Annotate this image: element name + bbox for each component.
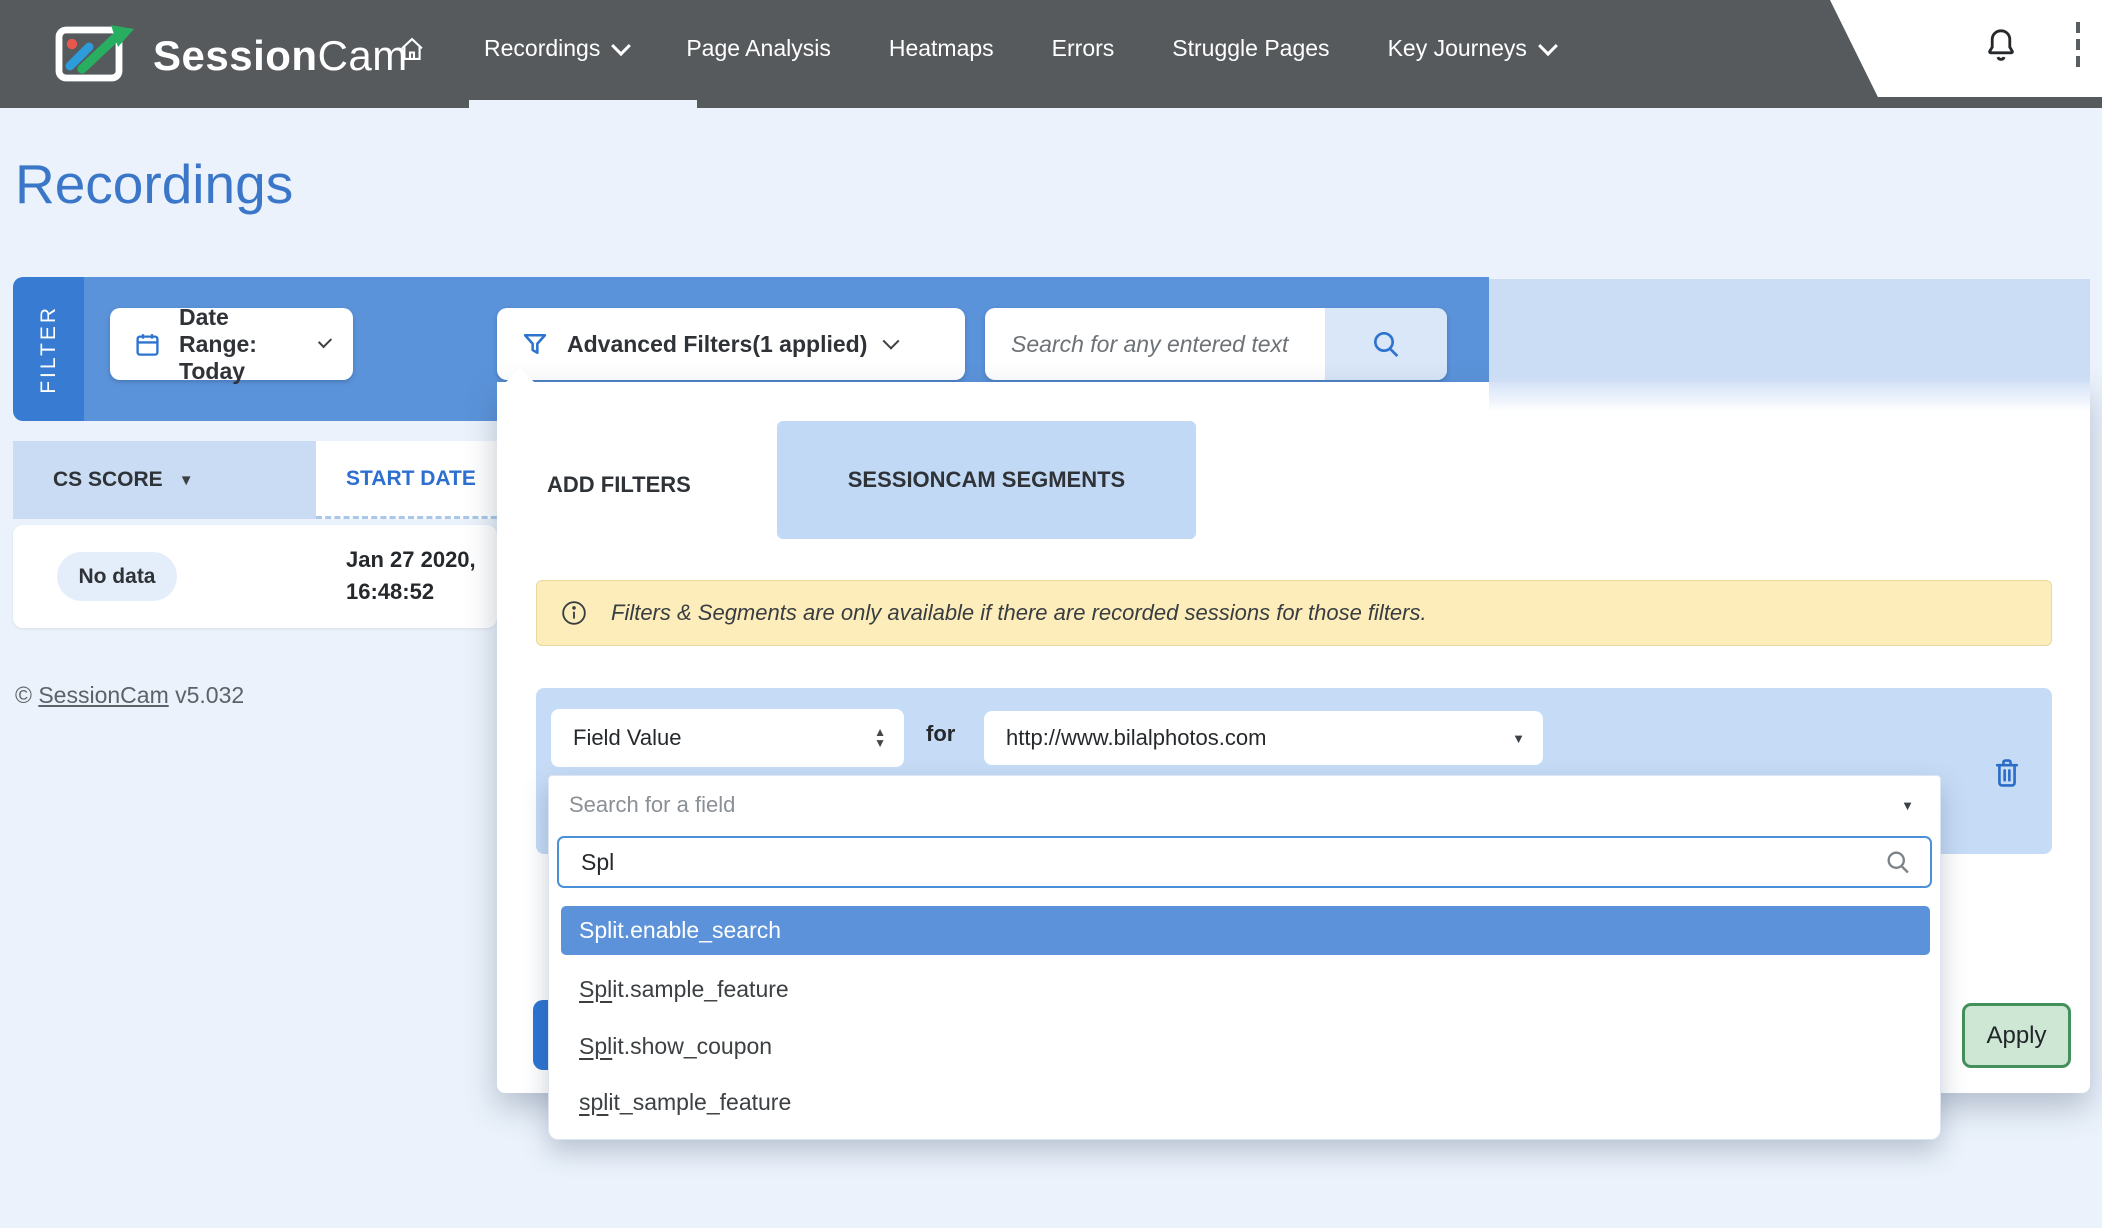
delete-filter-button[interactable] bbox=[1991, 756, 2023, 795]
nav-item-struggle-pages[interactable]: Struggle Pages bbox=[1172, 35, 1329, 62]
nav-item-recordings[interactable]: Recordings bbox=[484, 35, 628, 62]
spinner-arrows-icon: ▲ ▼ bbox=[874, 727, 886, 749]
sessioncam-logo-icon bbox=[55, 20, 137, 91]
nav-item-label: Recordings bbox=[484, 35, 600, 62]
match-text: Spl bbox=[579, 976, 612, 1002]
info-icon bbox=[561, 600, 587, 626]
info-banner-message: Filters & Segments are only available if… bbox=[611, 600, 1427, 626]
site-value: http://www.bilalphotos.com bbox=[1006, 725, 1266, 751]
match-text: Spl bbox=[579, 917, 612, 943]
info-banner: Filters & Segments are only available if… bbox=[536, 580, 2052, 646]
column-header-cs-score[interactable]: CS SCORE ▼ bbox=[13, 441, 316, 519]
search-icon bbox=[1884, 848, 1912, 876]
chevron-down-icon bbox=[883, 333, 900, 350]
table-row[interactable]: No data Jan 27 2020, 16:48:52 bbox=[13, 525, 497, 628]
page-title: Recordings bbox=[15, 152, 293, 216]
caret-down-icon: ▼ bbox=[1512, 731, 1525, 746]
brand-session: Session bbox=[153, 32, 318, 79]
connector-label: for bbox=[926, 721, 955, 747]
field-type-select[interactable]: Field Value ▲ ▼ bbox=[551, 709, 904, 767]
notifications-bell-icon[interactable] bbox=[1984, 26, 2018, 69]
field-select-collapsed[interactable]: Search for a field ▼ bbox=[549, 776, 1940, 834]
recordings-page: SessionCam Recordings Page Analysis Heat… bbox=[0, 0, 2102, 1228]
nav-item-page-analysis[interactable]: Page Analysis bbox=[686, 35, 830, 62]
chevron-down-icon bbox=[1538, 36, 1558, 56]
nav-item-label: Page Analysis bbox=[686, 35, 830, 62]
field-result-selected[interactable]: Split.enable_search bbox=[561, 906, 1930, 955]
cs-score-badge: No data bbox=[57, 552, 177, 601]
field-result-option[interactable]: Split.sample_feature bbox=[579, 976, 789, 1003]
top-nav: SessionCam Recordings Page Analysis Heat… bbox=[0, 0, 2102, 108]
field-search-dropdown: Search for a field ▼ Split.enable_search… bbox=[548, 775, 1941, 1140]
nav-item-label: Struggle Pages bbox=[1172, 35, 1329, 62]
field-result-option[interactable]: split_sample_feature bbox=[579, 1089, 791, 1116]
rest-text: it.show_coupon bbox=[612, 1033, 772, 1059]
tab-add-filters[interactable]: ADD FILTERS bbox=[547, 457, 737, 512]
chevron-down-icon bbox=[611, 36, 631, 56]
text-search-box bbox=[985, 308, 1447, 380]
sessioncam-link[interactable]: SessionCam bbox=[38, 682, 168, 708]
brand-cam: Cam bbox=[318, 32, 408, 79]
rest-text: it_sample_feature bbox=[608, 1089, 791, 1115]
start-date-line1: Jan 27 2020, bbox=[346, 547, 476, 572]
text-search-input[interactable] bbox=[985, 308, 1325, 380]
tab-sessioncam-segments[interactable]: SESSIONCAM SEGMENTS bbox=[777, 421, 1196, 539]
apply-button[interactable]: Apply bbox=[1962, 1003, 2071, 1068]
filter-side-tab-label: FILTER bbox=[37, 305, 61, 394]
field-search-input[interactable] bbox=[559, 849, 1884, 876]
advanced-filters-button[interactable]: Advanced Filters(1 applied) bbox=[497, 308, 965, 380]
spin-down-icon: ▼ bbox=[874, 738, 886, 749]
match-text: Spl bbox=[579, 1033, 612, 1059]
date-range-button[interactable]: Date Range: Today bbox=[110, 308, 353, 380]
search-submit-button[interactable] bbox=[1325, 308, 1447, 380]
tab-add-filters-label: ADD FILTERS bbox=[547, 472, 691, 498]
nav-corner-notch bbox=[1830, 0, 2102, 97]
column-header-start-date[interactable]: START DATE bbox=[316, 441, 506, 519]
nav-menu: Recordings Page Analysis Heatmaps Errors… bbox=[398, 0, 1555, 97]
kebab-dash bbox=[2076, 56, 2080, 67]
nav-item-heatmaps[interactable]: Heatmaps bbox=[889, 35, 994, 62]
calendar-icon bbox=[134, 331, 161, 358]
home-icon[interactable] bbox=[398, 35, 426, 63]
start-date-line2: 16:48:52 bbox=[346, 579, 434, 604]
apply-button-label: Apply bbox=[1986, 1022, 2046, 1050]
sessioncam-logo[interactable]: SessionCam bbox=[55, 20, 408, 91]
copyright-footer: © SessionCam v5.032 bbox=[15, 682, 244, 709]
field-select-placeholder: Search for a field bbox=[569, 792, 735, 818]
filter-bar-extension bbox=[1489, 279, 2090, 412]
field-type-value: Field Value bbox=[573, 725, 681, 751]
active-tab-indicator bbox=[469, 100, 697, 108]
copyright-symbol: © bbox=[15, 682, 32, 708]
kebab-dash bbox=[2076, 39, 2080, 50]
search-icon bbox=[1370, 328, 1402, 360]
cs-score-label: CS SCORE bbox=[53, 468, 163, 492]
chevron-down-icon bbox=[318, 334, 332, 348]
tab-segments-label: SESSIONCAM SEGMENTS bbox=[848, 467, 1125, 493]
kebab-dash bbox=[2076, 22, 2080, 33]
hidden-blue-button-edge bbox=[533, 1000, 548, 1070]
nav-item-label: Heatmaps bbox=[889, 35, 994, 62]
funnel-filter-icon bbox=[521, 330, 549, 358]
field-result-option[interactable]: Split.show_coupon bbox=[579, 1033, 772, 1060]
brand-text: SessionCam bbox=[153, 32, 408, 80]
nav-item-errors[interactable]: Errors bbox=[1052, 35, 1115, 62]
nav-item-label: Errors bbox=[1052, 35, 1115, 62]
sort-desc-icon: ▼ bbox=[179, 472, 194, 489]
advanced-filters-label: Advanced Filters(1 applied) bbox=[567, 331, 867, 358]
filter-side-tab[interactable]: FILTER bbox=[13, 277, 84, 421]
more-options-icon[interactable] bbox=[2076, 22, 2080, 67]
rest-text: it.enable_search bbox=[612, 917, 781, 943]
start-date-label: START DATE bbox=[346, 467, 476, 491]
date-range-label: Date Range: Today bbox=[179, 304, 303, 385]
start-date-value: Jan 27 2020, 16:48:52 bbox=[346, 544, 476, 608]
nav-item-label: Key Journeys bbox=[1388, 35, 1527, 62]
version-label: v5.032 bbox=[175, 682, 244, 708]
panel-arrow-notch bbox=[505, 368, 535, 383]
site-select[interactable]: http://www.bilalphotos.com ▼ bbox=[984, 711, 1543, 765]
match-text: spl bbox=[579, 1089, 608, 1115]
caret-down-icon: ▼ bbox=[1901, 798, 1914, 813]
nav-item-key-journeys[interactable]: Key Journeys bbox=[1388, 35, 1555, 62]
field-search-input-wrap bbox=[557, 836, 1932, 888]
rest-text: it.sample_feature bbox=[612, 976, 788, 1002]
